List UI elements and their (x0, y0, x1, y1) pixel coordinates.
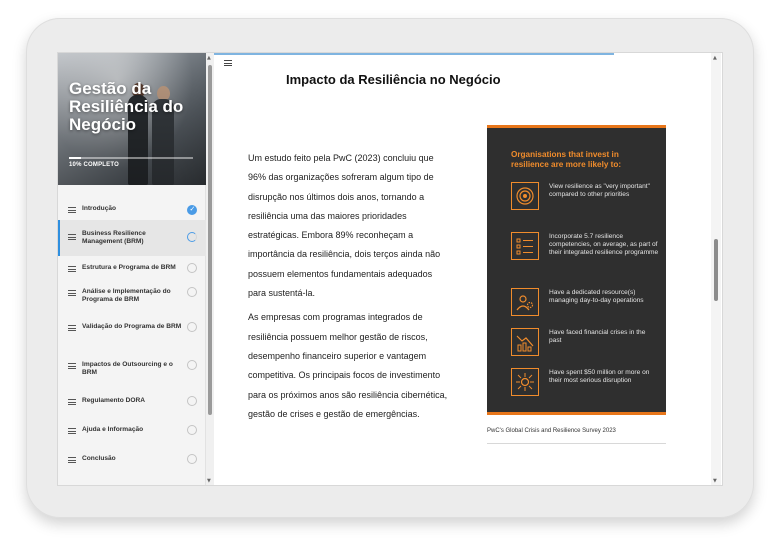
menu-lines-icon (68, 290, 76, 296)
infographic-caption: PwC's Global Crisis and Resilience Surve… (487, 428, 616, 434)
lesson-title: Impacto da Resiliência no Negócio (286, 72, 501, 87)
sidebar-item-business-resilience-management[interactable]: Business Resilience Management (BRM) (58, 220, 206, 256)
sidebar-item-ajuda-informacao[interactable]: Ajuda e Informação (58, 421, 206, 450)
sidebar-item-estrutura-programa[interactable]: Estrutura e Programa de BRM (58, 256, 206, 280)
not-started-circle-icon (187, 396, 197, 406)
money-arrows-icon (511, 368, 539, 396)
sidebar-item-label: Validação do Programa de BRM (82, 323, 182, 330)
sidebar-item-label: Ajuda e Informação (82, 426, 144, 433)
not-started-circle-icon (187, 360, 197, 370)
lesson-progress-strip (214, 53, 614, 55)
lesson-paragraph: As empresas com programas integrados de … (248, 312, 448, 419)
infographic-row-text: Have faced financial crises in the past (549, 329, 646, 344)
course-title: Gestão da Resiliência do Negócio (69, 79, 184, 134)
menu-lines-icon (68, 399, 76, 405)
not-started-circle-icon (187, 322, 197, 332)
not-started-circle-icon (187, 425, 197, 435)
sidebar-item-label: Análise e Implementação do Programa de B… (82, 288, 171, 303)
sidebar-item-label: Conclusão (82, 455, 116, 462)
menu-lines-icon (68, 325, 76, 331)
content-scroll-thumb[interactable] (714, 239, 718, 301)
menu-lines-icon (68, 457, 76, 463)
course-hero-image: Gestão da Resiliência do Negócio 10% COM… (58, 53, 206, 185)
scroll-up-arrow-icon[interactable]: ▲ (207, 55, 211, 61)
person-gear-icon (511, 288, 539, 316)
not-started-circle-icon (187, 454, 197, 464)
scroll-down-arrow-icon[interactable]: ▼ (713, 478, 717, 484)
hamburger-menu-icon[interactable] (224, 60, 232, 67)
menu-lines-icon (68, 234, 76, 240)
infographic-row-text: Have a dedicated resource(s) managing da… (549, 289, 644, 304)
lesson-paragraph: Um estudo feito pela PwC (2023) concluiu… (248, 153, 441, 299)
sidebar-item-label: Impactos de Outsourcing e o BRM (82, 361, 173, 376)
sidebar-item-label: Estrutura e Programa de BRM (82, 264, 176, 271)
infographic-row-text: View resilience as "very important" comp… (549, 183, 650, 198)
menu-lines-icon (68, 266, 76, 272)
course-progress-bar (69, 157, 193, 159)
complete-check-icon (187, 205, 197, 215)
content-scrollbar[interactable]: ▲ ▼ (711, 53, 721, 485)
infographic-heading: Organisations that invest in resilience … (511, 150, 622, 169)
menu-lines-icon (68, 363, 76, 369)
sidebar-scrollbar[interactable]: ▲ ▼ (206, 53, 214, 485)
sidebar-item-conclusao[interactable]: Conclusão (58, 450, 206, 470)
sidebar-item-introducao[interactable]: Introdução (58, 199, 206, 220)
course-progress-fill (69, 157, 82, 159)
course-sidebar: Gestão da Resiliência do Negócio 10% COM… (58, 53, 206, 485)
target-icon (511, 182, 539, 210)
infographic: Organisations that invest in resilience … (487, 125, 666, 415)
screen: Gestão da Resiliência do Negócio 10% COM… (57, 52, 723, 486)
lesson-body: Um estudo feito pela PwC (2023) concluiu… (248, 149, 448, 429)
course-progress-label: 10% COMPLETO (69, 162, 119, 168)
lesson-content: Impacto da Resiliência no Negócio Um est… (214, 53, 722, 485)
menu-lines-icon (68, 207, 76, 213)
sidebar-item-label: Regulamento DORA (82, 397, 146, 404)
sidebar-item-analise-implementacao[interactable]: Análise e Implementação do Programa de B… (58, 280, 206, 319)
sidebar-item-label: Introdução (82, 205, 117, 212)
sidebar-item-impactos-outsourcing[interactable]: Impactos de Outsourcing e o BRM (58, 357, 206, 392)
sidebar-item-validacao[interactable]: Validação do Programa de BRM (58, 319, 206, 357)
infographic-row-text: Have spent $50 million or more on their … (549, 369, 650, 384)
scroll-down-arrow-icon[interactable]: ▼ (207, 478, 211, 484)
infographic-row-text: Incorporate 5.7 resilience competencies,… (549, 233, 659, 256)
lesson-nav: Introdução Business Resilience Managemen… (58, 199, 206, 470)
sidebar-item-regulamento-dora[interactable]: Regulamento DORA (58, 392, 206, 421)
declining-chart-icon (511, 328, 539, 356)
menu-lines-icon (68, 428, 76, 434)
in-progress-icon (187, 232, 197, 242)
sidebar-item-label: Business Resilience Management (BRM) (82, 230, 146, 245)
caption-divider (487, 443, 666, 444)
sidebar-scroll-thumb[interactable] (208, 65, 212, 415)
not-started-circle-icon (187, 287, 197, 297)
not-started-circle-icon (187, 263, 197, 273)
checklist-icon (511, 232, 539, 260)
scroll-up-arrow-icon[interactable]: ▲ (713, 55, 717, 61)
